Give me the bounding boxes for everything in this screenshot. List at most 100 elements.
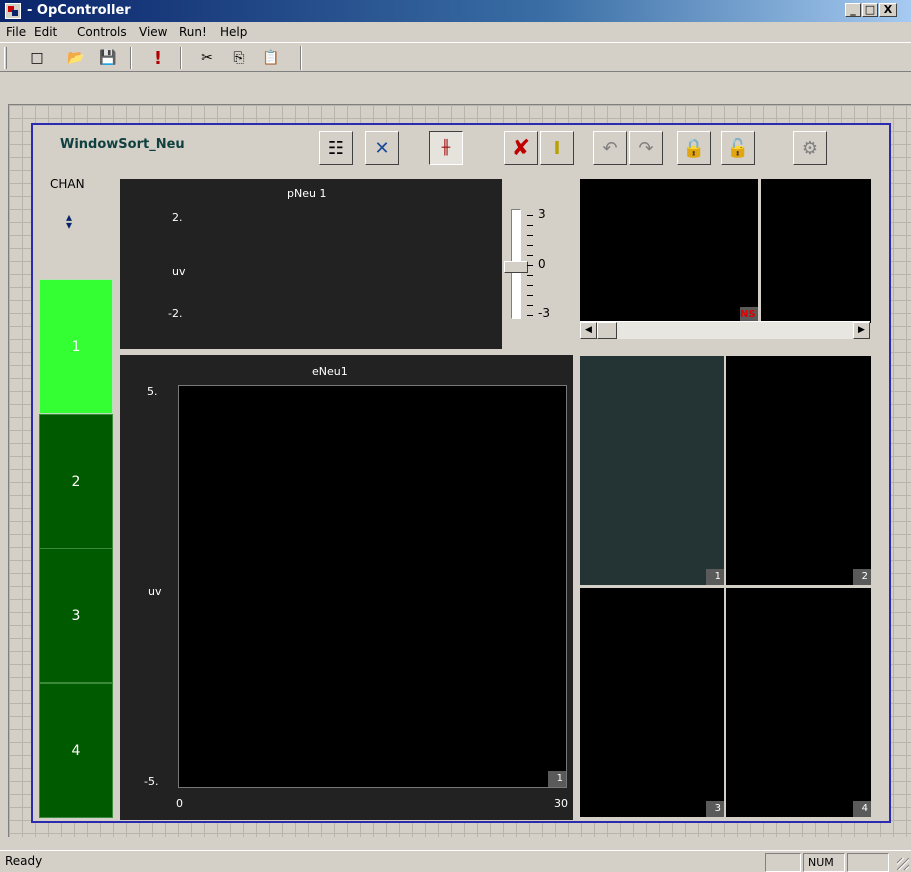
maximize-button[interactable]: □ bbox=[862, 3, 878, 17]
channel-button-4[interactable]: 4 bbox=[39, 683, 113, 818]
slider-tick bbox=[527, 305, 533, 306]
transform-icon: ✕ bbox=[374, 137, 390, 159]
menu-run[interactable]: Run! bbox=[179, 25, 207, 39]
channel-label: 1 bbox=[71, 338, 81, 355]
minimize-button[interactable]: _ bbox=[845, 3, 861, 17]
unit-pane-label: 4 bbox=[853, 801, 871, 817]
scroll-thumb[interactable] bbox=[597, 322, 617, 339]
unit-pane-label: 3 bbox=[706, 801, 724, 817]
options-button[interactable]: ⚙ bbox=[793, 131, 827, 165]
panel-title: WindowSort_Neu bbox=[60, 137, 185, 152]
overview-pane-2[interactable] bbox=[761, 179, 871, 323]
window-title: - OpController bbox=[27, 3, 131, 18]
paste-icon[interactable]: 📋 bbox=[260, 47, 282, 69]
toolbar-end bbox=[300, 46, 302, 70]
slider-tick bbox=[527, 285, 533, 286]
undo-button[interactable]: ↶ bbox=[593, 131, 627, 165]
app-icon[interactable] bbox=[5, 3, 21, 19]
scroll-left-icon[interactable]: ◀ bbox=[580, 322, 597, 339]
open-folder-icon[interactable]: 📂 bbox=[65, 47, 87, 69]
eneu-plot-area[interactable]: 1 bbox=[178, 385, 567, 788]
title-bar: - OpController _ □ X bbox=[0, 0, 911, 22]
eneu-title: eNeu1 bbox=[312, 365, 348, 378]
waveform-toggle-button[interactable]: ╫ bbox=[429, 131, 463, 165]
eneu-ybottom-label: -5. bbox=[144, 775, 159, 788]
slider-tick-label-bottom: -3 bbox=[538, 306, 550, 320]
channel-button-3[interactable]: 3 bbox=[39, 548, 113, 683]
unlock-icon: 🔓 bbox=[726, 137, 750, 159]
redo-button[interactable]: ↷ bbox=[629, 131, 663, 165]
save-icon[interactable]: 💾 bbox=[97, 47, 119, 69]
close-button[interactable]: X bbox=[879, 3, 897, 17]
channel-label: 4 bbox=[71, 742, 81, 759]
slider-tick bbox=[527, 215, 533, 216]
menu-file[interactable]: File bbox=[6, 25, 26, 39]
delete-icon: ✘ bbox=[511, 135, 531, 161]
overview-pane-1[interactable]: NS bbox=[580, 179, 758, 323]
menu-view[interactable]: View bbox=[139, 25, 167, 39]
slider-tick bbox=[527, 295, 533, 296]
eneu-ytop-label: 5. bbox=[147, 385, 158, 398]
pneu-ytop-label: 2. bbox=[172, 211, 183, 224]
menu-edit[interactable]: Edit bbox=[34, 25, 57, 39]
eneu-scope[interactable]: eNeu1 1 5. uv -5. 0 30 bbox=[120, 355, 573, 820]
copy-icon[interactable]: ⎘ bbox=[228, 47, 250, 69]
properties-button[interactable]: ☷ bbox=[319, 131, 353, 165]
pneu-scope[interactable]: pNeu 1 2. uv -2. bbox=[120, 179, 502, 349]
windowsort-panel: WindowSort_Neu ☷ ✕ ╫ ✘ I ↶ ↷ 🔒 🔓 ⚙ CHAN … bbox=[31, 123, 891, 823]
channel-button-2[interactable]: 2 bbox=[39, 414, 113, 549]
toolbar-separator bbox=[130, 47, 132, 69]
pneu-unit-label: uv bbox=[172, 265, 186, 278]
status-pane-scroll bbox=[847, 853, 889, 872]
unlock-button[interactable]: 🔓 bbox=[721, 131, 755, 165]
slider-tick bbox=[527, 245, 533, 246]
chan-label: CHAN bbox=[50, 177, 85, 191]
pneu-ybottom-label: -2. bbox=[168, 307, 183, 320]
status-pane-caps bbox=[765, 853, 801, 872]
menu-bar: File Edit Controls View Run! Help bbox=[0, 22, 911, 42]
cut-icon[interactable]: ✂ bbox=[196, 47, 218, 69]
unit-pane-label: 2 bbox=[853, 569, 871, 585]
slider-tick-label-mid: 0 bbox=[538, 257, 546, 271]
scroll-right-icon[interactable]: ▶ bbox=[853, 322, 870, 339]
slider-tick bbox=[527, 265, 533, 266]
unit-pane-1[interactable]: 1 bbox=[580, 356, 724, 585]
resize-grip-icon[interactable] bbox=[897, 858, 909, 870]
eneu-corner-box: 1 bbox=[548, 771, 566, 787]
new-file-icon[interactable]: □ bbox=[26, 47, 48, 69]
slider-tick bbox=[527, 255, 533, 256]
delete-button[interactable]: ✘ bbox=[504, 131, 538, 165]
status-pane-num: NUM bbox=[803, 853, 845, 872]
slider-tick bbox=[527, 275, 533, 276]
toolbar-separator bbox=[180, 47, 182, 69]
undo-icon: ↶ bbox=[602, 137, 618, 159]
menu-help[interactable]: Help bbox=[220, 25, 247, 39]
status-bar: Ready NUM bbox=[0, 850, 911, 872]
channel-label: 2 bbox=[71, 473, 81, 490]
unit-pane-4[interactable]: 4 bbox=[726, 588, 871, 817]
toolbar: □ 📂 💾 ! ✂ ⎘ 📋 bbox=[0, 42, 911, 72]
unit-pane-3[interactable]: 3 bbox=[580, 588, 724, 817]
lock-icon: 🔒 bbox=[682, 137, 706, 159]
unit-pane-label: 1 bbox=[706, 569, 724, 585]
chan-spinner-icon[interactable]: ▴ ▾ bbox=[66, 211, 72, 231]
eneu-unit-label: uv bbox=[148, 585, 162, 598]
eneu-xmax-label: 30 bbox=[554, 797, 568, 810]
insert-icon: I bbox=[553, 137, 561, 159]
threshold-slider-thumb[interactable] bbox=[504, 261, 528, 273]
waveform-icon: ╫ bbox=[441, 140, 451, 156]
slider-tick bbox=[527, 315, 533, 316]
channel-button-1[interactable]: 1 bbox=[39, 279, 113, 414]
status-text: Ready bbox=[5, 854, 43, 868]
lock-button[interactable]: 🔒 bbox=[677, 131, 711, 165]
transform-button[interactable]: ✕ bbox=[365, 131, 399, 165]
run-icon[interactable]: ! bbox=[147, 47, 169, 69]
insert-button[interactable]: I bbox=[540, 131, 574, 165]
overview-scrollbar[interactable]: ◀ ▶ bbox=[580, 321, 870, 339]
menu-controls[interactable]: Controls bbox=[77, 25, 127, 39]
redo-icon: ↷ bbox=[638, 137, 654, 159]
unit-pane-2[interactable]: 2 bbox=[726, 356, 871, 585]
toolbar-grip[interactable] bbox=[4, 47, 7, 69]
options-icon: ⚙ bbox=[801, 137, 819, 159]
pneu-title: pNeu 1 bbox=[287, 187, 327, 200]
